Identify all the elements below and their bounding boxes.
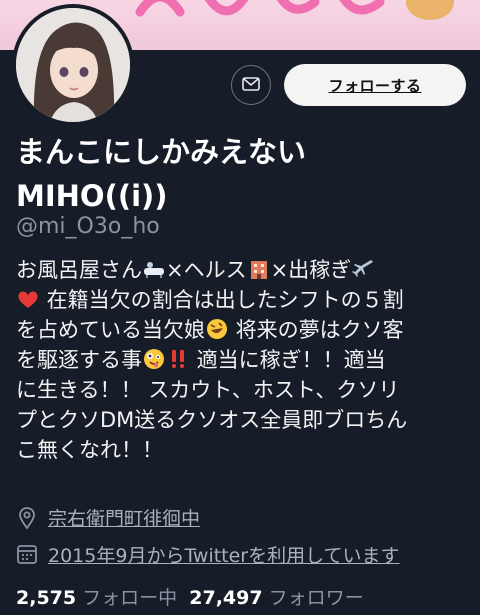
zany-face-emoji-icon bbox=[142, 348, 166, 370]
airplane-emoji-icon bbox=[351, 258, 375, 280]
bio-text: 将来の夢はクソ客 bbox=[229, 318, 404, 342]
calendar-icon bbox=[16, 543, 40, 567]
display-name: まんこにしかみえない MIHO((i)) bbox=[16, 130, 466, 218]
follow-stats: 2,575 フォロー中 27,497 フォロワー bbox=[16, 583, 364, 610]
hotel-emoji-icon bbox=[247, 258, 271, 280]
bio-text: プとクソDM送るクソオス全員即ブロちん bbox=[16, 408, 408, 432]
red-heart-icon bbox=[16, 288, 40, 310]
following-link[interactable]: 2,575 フォロー中 bbox=[16, 587, 177, 609]
envelope-icon bbox=[242, 76, 260, 95]
rofl-emoji-icon bbox=[205, 318, 229, 340]
bio-text: を駆逐する事 bbox=[16, 348, 142, 372]
bio-text: を占めている当欠娘 bbox=[16, 318, 205, 342]
followers-label: フォロワー bbox=[268, 587, 364, 609]
avatar[interactable] bbox=[12, 4, 134, 126]
double-exclamation-icon bbox=[166, 348, 190, 370]
bio-text: お風呂屋さん bbox=[16, 258, 142, 282]
location-text[interactable]: 宗右衛門町徘徊中 bbox=[48, 504, 200, 531]
bio-text: こ無くなれ！！ bbox=[16, 438, 163, 462]
display-name-line-1: まんこにしかみえない bbox=[16, 135, 307, 169]
bio-text: ×出稼ぎ bbox=[270, 258, 352, 282]
follow-button[interactable]: フォローする bbox=[284, 64, 466, 106]
user-handle: @mi_O3o_ho bbox=[16, 214, 160, 239]
message-button[interactable] bbox=[231, 65, 271, 105]
bio-text: 在籍当欠の割合は出したシフトの５割 bbox=[40, 288, 404, 312]
display-name-line-2: MIHO((i)) bbox=[16, 179, 168, 213]
bio-text: 適当に稼ぎ！！適当 bbox=[190, 348, 386, 372]
bio-text: ×ヘルス bbox=[166, 258, 247, 282]
following-label: フォロー中 bbox=[82, 587, 178, 609]
followers-count: 27,497 bbox=[189, 587, 263, 609]
bathtub-emoji-icon bbox=[142, 258, 166, 280]
banner-artwork bbox=[135, 0, 454, 20]
location-pin-icon bbox=[16, 506, 40, 530]
bio-text: に生きる！！ スカウト、ホスト、クソリ bbox=[16, 378, 400, 402]
joined-text: 2015年9月からTwitterを利用しています bbox=[48, 545, 400, 567]
following-count: 2,575 bbox=[16, 587, 77, 609]
profile-location[interactable]: 宗右衛門町徘徊中 bbox=[16, 504, 200, 531]
profile-bio: お風呂屋さん ×ヘルス ×出稼ぎ 在籍当欠の割合は出したシフトの５割 を占めている当… bbox=[16, 255, 472, 465]
profile-joined-date: 2015年9月からTwitterを利用しています bbox=[16, 541, 400, 568]
followers-link[interactable]: 27,497 フォロワー bbox=[189, 587, 363, 609]
